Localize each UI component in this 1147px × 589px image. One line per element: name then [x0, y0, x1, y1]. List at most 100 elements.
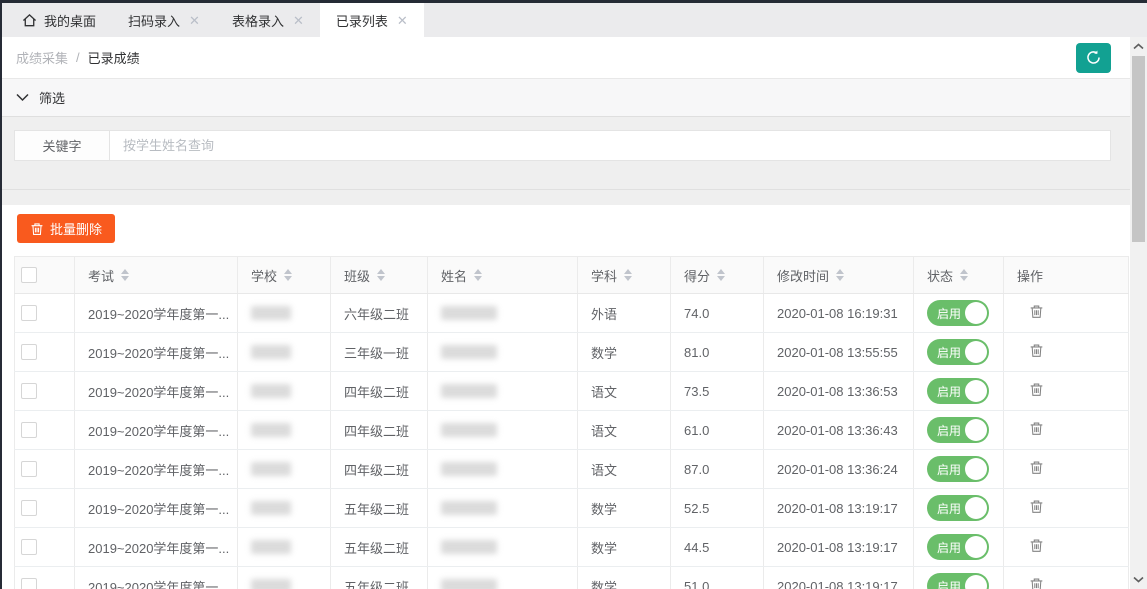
- filter-panel-body: 关键字: [0, 117, 1130, 190]
- toggle-knob: [965, 380, 987, 402]
- cell-status: 启用: [914, 333, 1004, 372]
- score-text: 73.5: [684, 384, 709, 399]
- row-checkbox[interactable]: [21, 539, 37, 555]
- delete-row-button[interactable]: [1029, 343, 1044, 358]
- row-checkbox[interactable]: [21, 305, 37, 321]
- sort-caret-icon[interactable]: [960, 269, 968, 281]
- vertical-scrollbar[interactable]: [1130, 37, 1147, 589]
- cell-score: 51.0: [671, 567, 764, 589]
- delete-row-button[interactable]: [1029, 499, 1044, 514]
- column-header-score[interactable]: 得分: [671, 257, 764, 294]
- delete-row-button[interactable]: [1029, 304, 1044, 319]
- tab-my-desktop[interactable]: 我的桌面: [6, 3, 112, 37]
- breadcrumb-section: 成绩采集: [16, 48, 68, 67]
- cell-name: [428, 450, 578, 489]
- row-checkbox[interactable]: [21, 578, 37, 589]
- cell-status: 启用: [914, 489, 1004, 528]
- score-text: 81.0: [684, 345, 709, 360]
- toggle-knob: [965, 419, 987, 441]
- row-checkbox[interactable]: [21, 461, 37, 477]
- scroll-up-arrow-icon[interactable]: [1130, 38, 1147, 55]
- row-checkbox[interactable]: [21, 383, 37, 399]
- status-toggle[interactable]: 启用: [927, 417, 989, 443]
- status-badge: 启用: [937, 383, 961, 400]
- cell-select: [15, 489, 75, 528]
- status-badge: 启用: [937, 500, 961, 517]
- modified-text: 2020-01-08 13:19:17: [777, 540, 898, 555]
- keyword-input[interactable]: [110, 130, 1111, 161]
- column-label: 操作: [1017, 266, 1043, 285]
- score-text: 51.0: [684, 579, 709, 589]
- cell-exam: 2019~2020学年度第一...: [75, 411, 238, 450]
- delete-row-button[interactable]: [1029, 382, 1044, 397]
- sort-caret-icon[interactable]: [474, 269, 482, 281]
- breadcrumb-current: 已录成绩: [88, 48, 140, 67]
- column-header-status[interactable]: 状态: [914, 257, 1004, 294]
- status-toggle[interactable]: 启用: [927, 300, 989, 326]
- subject-text: 数学: [591, 580, 617, 589]
- sort-caret-icon[interactable]: [836, 269, 844, 281]
- status-badge: 启用: [937, 539, 961, 556]
- tab-form-entry[interactable]: 表格录入 ✕: [216, 3, 320, 37]
- row-checkbox[interactable]: [21, 500, 37, 516]
- sort-caret-icon[interactable]: [717, 269, 725, 281]
- sort-caret-icon[interactable]: [377, 269, 385, 281]
- close-icon[interactable]: ✕: [293, 14, 304, 27]
- select-all-checkbox[interactable]: [21, 267, 37, 283]
- tab-label: 我的桌面: [44, 11, 96, 30]
- delete-row-button[interactable]: [1029, 577, 1044, 589]
- sort-caret-icon[interactable]: [121, 269, 129, 281]
- status-toggle[interactable]: 启用: [927, 456, 989, 482]
- row-checkbox[interactable]: [21, 344, 37, 360]
- redacted-school: [251, 384, 291, 398]
- score-text: 61.0: [684, 423, 709, 438]
- cell-class: 三年级一班: [331, 333, 428, 372]
- table-row: 2019~2020学年度第一...四年级二班语文87.02020-01-08 1…: [15, 450, 1129, 489]
- refresh-button[interactable]: [1076, 43, 1111, 73]
- scrollbar-thumb[interactable]: [1132, 56, 1145, 242]
- cell-subject: 外语: [578, 294, 671, 333]
- score-text: 52.5: [684, 501, 709, 516]
- table-row: 2019~2020学年度第一...三年级一班数学81.02020-01-08 1…: [15, 333, 1129, 372]
- cell-select: [15, 411, 75, 450]
- status-badge: 启用: [937, 422, 961, 439]
- status-toggle[interactable]: 启用: [927, 339, 989, 365]
- row-checkbox[interactable]: [21, 422, 37, 438]
- status-badge: 启用: [937, 344, 961, 361]
- filter-panel-header[interactable]: 筛选: [0, 79, 1130, 117]
- sort-caret-icon[interactable]: [624, 269, 632, 281]
- section-divider: [0, 190, 1130, 205]
- delete-row-button[interactable]: [1029, 421, 1044, 436]
- scroll-down-arrow-icon[interactable]: [1130, 571, 1147, 588]
- column-label: 学科: [591, 266, 617, 285]
- close-icon[interactable]: ✕: [397, 14, 408, 27]
- status-toggle[interactable]: 启用: [927, 534, 989, 560]
- cell-subject: 数学: [578, 528, 671, 567]
- cell-school: [238, 411, 331, 450]
- column-header-subject[interactable]: 学科: [578, 257, 671, 294]
- cell-subject: 语文: [578, 450, 671, 489]
- status-toggle[interactable]: 启用: [927, 378, 989, 404]
- tab-scan-entry[interactable]: 扫码录入 ✕: [112, 3, 216, 37]
- close-icon[interactable]: ✕: [189, 14, 200, 27]
- breadcrumb-separator: /: [76, 50, 80, 65]
- tab-recorded-list[interactable]: 已录列表 ✕: [320, 3, 424, 37]
- table-row: 2019~2020学年度第一...四年级二班语文61.02020-01-08 1…: [15, 411, 1129, 450]
- trash-icon: [1029, 343, 1044, 358]
- status-toggle[interactable]: 启用: [927, 495, 989, 521]
- column-header-class[interactable]: 班级: [331, 257, 428, 294]
- status-toggle[interactable]: 启用: [927, 573, 989, 589]
- delete-row-button[interactable]: [1029, 460, 1044, 475]
- delete-row-button[interactable]: [1029, 538, 1044, 553]
- cell-modified: 2020-01-08 13:36:24: [764, 450, 914, 489]
- column-header-modified[interactable]: 修改时间: [764, 257, 914, 294]
- sort-caret-icon[interactable]: [284, 269, 292, 281]
- tab-bar: 我的桌面 扫码录入 ✕ 表格录入 ✕ 已录列表 ✕: [0, 3, 1147, 37]
- batch-delete-button[interactable]: 批量删除: [17, 214, 115, 243]
- column-header-school[interactable]: 学校: [238, 257, 331, 294]
- column-header-name[interactable]: 姓名: [428, 257, 578, 294]
- column-header-exam[interactable]: 考试: [75, 257, 238, 294]
- column-label: 班级: [344, 266, 370, 285]
- class-text: 四年级二班: [344, 463, 409, 478]
- exam-text: 2019~2020学年度第一...: [88, 424, 229, 439]
